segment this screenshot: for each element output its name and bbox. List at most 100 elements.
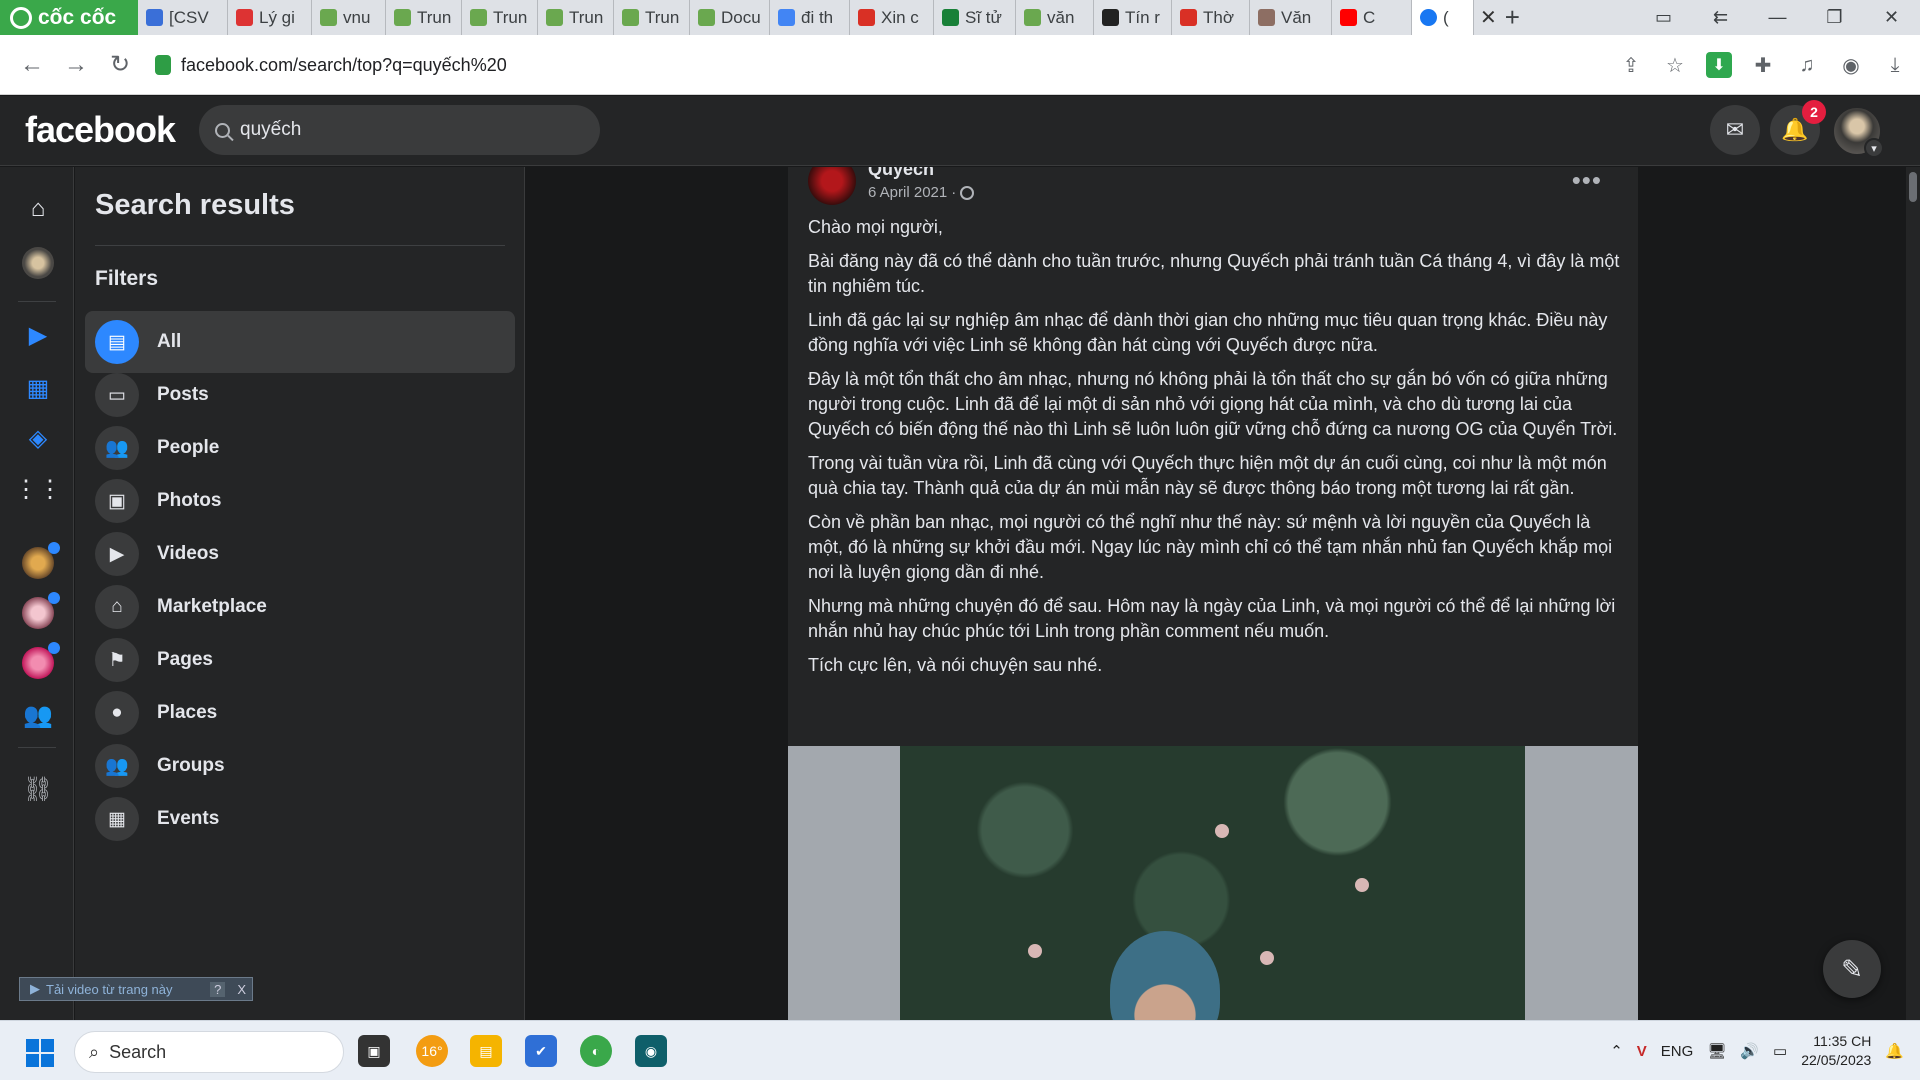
- play-icon: ▶: [30, 981, 40, 996]
- messenger-button[interactable]: ✉: [1710, 105, 1760, 155]
- menu-grid-icon[interactable]: ⋮⋮: [14, 473, 62, 505]
- browser-tab[interactable]: Lý gi: [228, 0, 312, 35]
- tab-title: Thờ: [1203, 7, 1234, 27]
- start-button[interactable]: [26, 1039, 54, 1067]
- browser-tab[interactable]: Trun: [614, 0, 690, 35]
- coccoc-taskbar-icon[interactable]: ◐: [580, 1035, 612, 1067]
- maximize-button[interactable]: ❐: [1806, 7, 1863, 28]
- taskbar-search[interactable]: ⌕ Search: [74, 1031, 344, 1073]
- task-view-icon[interactable]: ▣: [358, 1035, 390, 1067]
- tab-favicon-icon: [1180, 9, 1197, 26]
- notification-center-icon[interactable]: 🔔: [1885, 1042, 1904, 1060]
- reload-button[interactable]: ↻: [98, 50, 142, 79]
- browser-tab[interactable]: Tín r: [1094, 0, 1172, 35]
- browser-tab[interactable]: văn: [1016, 0, 1094, 35]
- secure-lock-icon[interactable]: [155, 55, 171, 75]
- help-button[interactable]: ?: [210, 981, 226, 997]
- new-message-button[interactable]: ✎: [1823, 940, 1881, 998]
- bookmark-star-icon[interactable]: ☆: [1662, 52, 1688, 78]
- app-taskbar-icon[interactable]: ◉: [635, 1035, 667, 1067]
- scrollbar-thumb[interactable]: [1909, 172, 1917, 202]
- browser-tab[interactable]: vnu: [312, 0, 386, 35]
- network-icon[interactable]: 🖥: [1707, 1042, 1726, 1060]
- scrollbar-track[interactable]: [1906, 167, 1920, 1020]
- download-extension-icon[interactable]: ⬇: [1706, 52, 1732, 78]
- marketplace-icon[interactable]: ▦: [22, 372, 54, 404]
- tab-favicon-icon: [698, 9, 715, 26]
- clock[interactable]: 11:35 CH 22/05/2023: [1801, 1032, 1871, 1070]
- close-tab-icon[interactable]: ✕: [1480, 5, 1497, 30]
- home-icon[interactable]: ⌂: [22, 193, 54, 225]
- close-button[interactable]: X: [231, 982, 252, 997]
- profile-shortcut-avatar[interactable]: [22, 247, 54, 279]
- filter-label: All: [157, 331, 182, 352]
- playlist-icon[interactable]: ♫: [1794, 52, 1820, 78]
- coccoc-logo-icon: [10, 6, 32, 29]
- todo-icon[interactable]: ✔: [525, 1035, 557, 1067]
- minimize-button[interactable]: —: [1749, 7, 1806, 28]
- tab-search-icon[interactable]: ⇇: [1692, 7, 1749, 28]
- profile-icon[interactable]: ◉: [1838, 52, 1864, 78]
- post-paragraph: Còn về phần ban nhạc, mọi người có thể n…: [808, 512, 1613, 582]
- link-icon[interactable]: ⛓: [22, 773, 54, 805]
- tab-favicon-icon: [622, 9, 639, 26]
- tab-title: vnu: [343, 7, 371, 27]
- post-paragraph: Tích cực lên, và nói chuyện sau nhé.: [808, 655, 1103, 675]
- battery-icon[interactable]: ▭: [1773, 1042, 1787, 1060]
- browser-tab[interactable]: Thờ: [1172, 0, 1250, 35]
- browser-tab-active[interactable]: (: [1412, 0, 1474, 35]
- tab-title: Trun: [569, 7, 604, 27]
- browser-tab[interactable]: Xin c: [850, 0, 934, 35]
- browser-tab[interactable]: Văn: [1250, 0, 1332, 35]
- close-window-button[interactable]: ✕: [1863, 7, 1920, 28]
- browser-tab[interactable]: Sĩ tử: [934, 0, 1016, 35]
- weather-icon[interactable]: 16°: [416, 1035, 448, 1067]
- tab-favicon-icon: [1340, 9, 1357, 26]
- new-tab-button[interactable]: +: [1505, 2, 1520, 33]
- clock-time: 11:35 CH: [1813, 1033, 1872, 1049]
- facebook-logo[interactable]: facebook: [25, 109, 176, 151]
- browser-tab[interactable]: đi th: [770, 0, 850, 35]
- address-bar[interactable]: facebook.com/search/top?q=quyếch%20: [155, 45, 1555, 85]
- groups-icon[interactable]: 👥: [22, 699, 54, 731]
- post-photo[interactable]: [788, 746, 1638, 1020]
- more-options-button[interactable]: •••: [1572, 167, 1602, 196]
- input-language[interactable]: ENG: [1661, 1043, 1694, 1060]
- forward-button[interactable]: →: [54, 51, 98, 79]
- post-author-name[interactable]: Quyech: [868, 167, 934, 180]
- filter-label: Videos: [157, 543, 219, 564]
- antivirus-icon[interactable]: V: [1637, 1043, 1647, 1060]
- browser-tab[interactable]: [CSV: [138, 0, 228, 35]
- browser-brand-logo[interactable]: cốc cốc: [0, 0, 138, 35]
- post-card: Quyech 6 April 2021 · ••• Chào mọi người…: [788, 167, 1638, 1020]
- browser-tab[interactable]: Trun: [386, 0, 462, 35]
- tab-title: Tín r: [1125, 7, 1160, 27]
- chevron-up-icon[interactable]: ⌃: [1610, 1042, 1623, 1060]
- file-explorer-icon[interactable]: ▤: [470, 1035, 502, 1067]
- filter-events[interactable]: ▦ Events: [85, 788, 515, 850]
- browser-tab[interactable]: Trun: [462, 0, 538, 35]
- extensions-icon[interactable]: ✚: [1750, 52, 1776, 78]
- chevron-down-icon[interactable]: ▾: [1864, 138, 1884, 158]
- post-author-avatar[interactable]: [808, 167, 856, 205]
- browser-tab[interactable]: Trun: [538, 0, 614, 35]
- video-download-label[interactable]: Tải video từ trang này: [46, 982, 173, 997]
- unread-dot: [48, 642, 60, 654]
- back-button[interactable]: ←: [10, 51, 54, 79]
- downloads-icon[interactable]: ⤓: [1882, 52, 1908, 78]
- browser-tab[interactable]: C: [1332, 0, 1412, 35]
- browser-tab[interactable]: Docu: [690, 0, 770, 35]
- facebook-search-input[interactable]: [240, 119, 570, 141]
- url-text[interactable]: facebook.com/search/top?q=quyếch%20: [181, 55, 507, 76]
- post-paragraph: Trong vài tuần vừa rồi, Linh đã cùng với…: [808, 453, 1607, 498]
- post-date[interactable]: 6 April 2021: [868, 184, 947, 201]
- share-icon[interactable]: ⇪: [1618, 52, 1644, 78]
- facebook-search-box[interactable]: [199, 105, 600, 155]
- gaming-icon[interactable]: ◈: [22, 422, 54, 454]
- watch-icon[interactable]: ▶: [22, 319, 54, 351]
- screenshot-icon[interactable]: ▭: [1635, 7, 1692, 28]
- marketplace-icon: ⌂: [95, 585, 139, 629]
- volume-icon[interactable]: 🔊: [1740, 1042, 1759, 1060]
- windows-taskbar: ⌕ Search ▣ 16° ▤ ✔ ◐ ◉ ⌃ V ENG 🖥 🔊 ▭ 11:…: [0, 1020, 1920, 1080]
- video-download-bar[interactable]: ▶ Tải video từ trang này ? X: [19, 977, 253, 1001]
